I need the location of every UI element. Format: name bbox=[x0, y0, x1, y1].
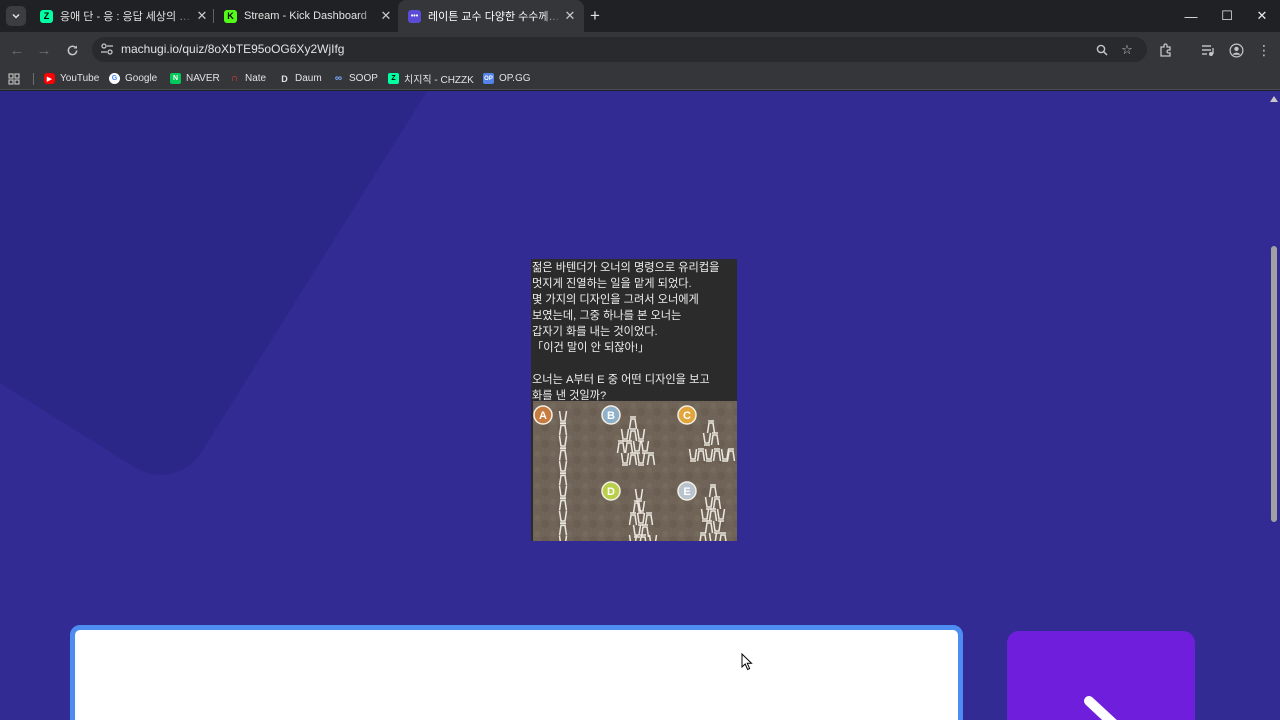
tab-title: 응애 단 - 응 : 응답 세상의 주인 bbox=[60, 11, 194, 23]
close-window-button[interactable]: ✕ bbox=[1244, 0, 1280, 32]
scrollbar-thumb[interactable] bbox=[1271, 246, 1277, 522]
page-content: 젊은 바텐더가 오너의 명령으로 유리컵을 멋지게 진열하는 일을 맡게 되었다… bbox=[0, 91, 1280, 720]
background-shape bbox=[0, 91, 473, 493]
reload-button[interactable] bbox=[60, 38, 84, 62]
bookmarks-bar: ▶ YouTube G Google N NAVER ∩ Nate D Daum ∞ SOO… bbox=[0, 67, 1280, 90]
soop-icon: ∞ bbox=[334, 73, 343, 84]
close-icon[interactable]: ✕ bbox=[194, 8, 210, 24]
reload-icon bbox=[67, 44, 77, 55]
close-icon[interactable]: ✕ bbox=[378, 8, 394, 24]
bookmark-star-icon[interactable]: ☆ bbox=[1118, 41, 1136, 59]
back-button[interactable]: ← bbox=[5, 38, 29, 62]
option-label: A bbox=[539, 410, 547, 422]
tab-kick-dashboard[interactable]: K Stream - Kick Dashboard ✕ bbox=[214, 0, 400, 32]
forward-button[interactable]: → bbox=[32, 38, 56, 62]
opgg-icon: OP bbox=[483, 73, 494, 84]
maximize-button[interactable]: ☐ bbox=[1209, 0, 1245, 32]
glass-design-diagram: A B C D E bbox=[533, 401, 737, 541]
chzzk-icon: Z bbox=[40, 9, 53, 23]
option-label: B bbox=[607, 410, 615, 422]
menu-icon[interactable]: ⋮ bbox=[1252, 38, 1276, 62]
machugi-icon: ••• bbox=[408, 9, 421, 23]
bookmark-naver[interactable]: N NAVER bbox=[170, 70, 220, 87]
youtube-icon: ▶ bbox=[44, 73, 55, 84]
google-icon: G bbox=[109, 73, 120, 84]
bookmark-soop[interactable]: ∞ SOOP bbox=[333, 70, 378, 87]
scroll-up-arrow[interactable] bbox=[1270, 96, 1278, 102]
tab-machugi-quiz[interactable]: ••• 레이튼 교수 다양한 수수께끼 ( ✕ bbox=[398, 0, 584, 32]
chevron-down-icon bbox=[12, 13, 20, 19]
tab-chzzk[interactable]: Z 응애 단 - 응 : 응답 세상의 주인 ✕ bbox=[30, 0, 216, 32]
bookmark-label: Google bbox=[125, 73, 158, 84]
bookmark-label: SOOP bbox=[349, 73, 378, 84]
zoom-icon[interactable] bbox=[1093, 41, 1111, 59]
bookmark-daum[interactable]: D Daum bbox=[279, 70, 322, 87]
quiz-question-text: 젊은 바텐더가 오너의 명령으로 유리컵을 멋지게 진열하는 일을 맡게 되었다… bbox=[532, 262, 720, 402]
bookmark-label: YouTube bbox=[60, 73, 100, 84]
bookmark-label: 치지직 - CHZZK bbox=[404, 75, 474, 86]
bookmark-chzzk[interactable]: Z 치지직 - CHZZK bbox=[388, 70, 474, 87]
tab-title: Stream - Kick Dashboard bbox=[244, 10, 367, 22]
bookmark-label: Nate bbox=[245, 73, 267, 84]
profile-icon[interactable] bbox=[1224, 38, 1248, 62]
new-tab-button[interactable]: + bbox=[585, 6, 605, 26]
bookmark-nate[interactable]: ∩ Nate bbox=[229, 70, 266, 87]
bookmark-label: OP.GG bbox=[499, 73, 531, 84]
daum-icon: D bbox=[281, 73, 288, 84]
quiz-image: 젊은 바텐더가 오너의 명령으로 유리컵을 멋지게 진열하는 일을 맡게 되었다… bbox=[531, 259, 737, 541]
bookmark-divider bbox=[33, 73, 34, 85]
scrollbar[interactable] bbox=[1268, 91, 1280, 720]
submit-icon bbox=[1084, 696, 1117, 720]
option-label: C bbox=[683, 410, 691, 422]
bookmark-youtube[interactable]: ▶ YouTube bbox=[44, 70, 99, 87]
naver-icon: N bbox=[170, 73, 181, 84]
extensions-icon[interactable] bbox=[1154, 38, 1178, 62]
tab-search-button[interactable] bbox=[6, 6, 26, 26]
url-text: machugi.io/quiz/8oXbTE95oOG6Xy2WjIfg bbox=[121, 42, 345, 56]
address-bar[interactable]: machugi.io/quiz/8oXbTE95oOG6Xy2WjIfg ☆ bbox=[92, 37, 1147, 62]
option-label: D bbox=[607, 486, 615, 498]
browser-toolbar: ← → machugi.io/quiz/8oXbTE95oOG6Xy2WjIfg… bbox=[0, 32, 1280, 67]
minimize-button[interactable]: — bbox=[1173, 0, 1209, 32]
chzzk-icon: Z bbox=[388, 73, 399, 84]
media-control-icon[interactable] bbox=[1196, 38, 1220, 62]
bookmark-label: NAVER bbox=[186, 73, 220, 84]
mouse-cursor bbox=[741, 653, 753, 671]
close-icon[interactable]: ✕ bbox=[562, 8, 578, 24]
bookmark-label: Daum bbox=[295, 73, 322, 84]
answer-input[interactable] bbox=[70, 625, 963, 720]
nate-icon: ∩ bbox=[230, 73, 239, 84]
kick-icon: K bbox=[224, 9, 237, 23]
tab-strip: Z 응애 단 - 응 : 응답 세상의 주인 ✕ K Stream - Kick… bbox=[0, 0, 1280, 32]
bookmark-google[interactable]: G Google bbox=[109, 70, 157, 87]
bookmark-opgg[interactable]: OP OP.GG bbox=[483, 70, 531, 87]
submit-button[interactable] bbox=[1007, 631, 1195, 720]
site-info-icon[interactable] bbox=[100, 42, 114, 56]
option-label: E bbox=[683, 486, 690, 498]
tab-title: 레이튼 교수 다양한 수수께끼 ( bbox=[428, 11, 562, 23]
apps-icon[interactable] bbox=[8, 70, 20, 87]
